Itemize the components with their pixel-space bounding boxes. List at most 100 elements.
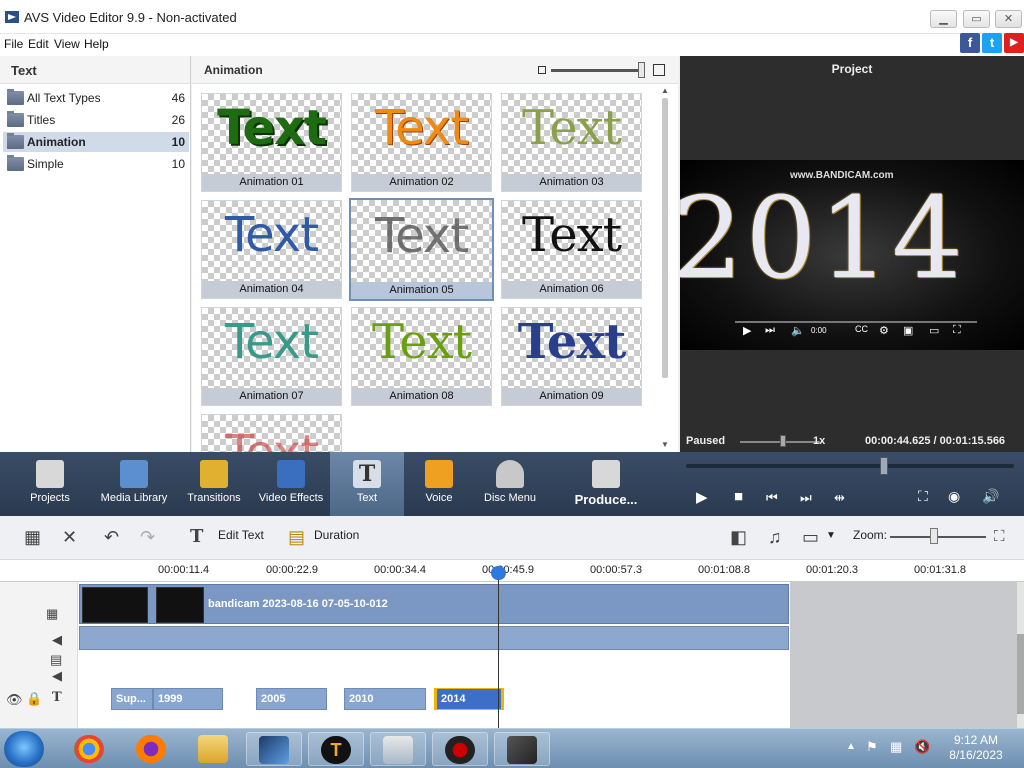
animation-tile-07[interactable]: Text Animation 07 — [201, 307, 342, 406]
playhead-handle[interactable] — [491, 566, 506, 580]
menu-file[interactable]: File — [4, 37, 23, 51]
minimize-button[interactable]: ▁ — [930, 10, 957, 28]
video-track-icon: ▦ — [46, 606, 59, 621]
storyboard-icon[interactable]: ▦ — [24, 528, 41, 546]
category-all-text-types[interactable]: All Text Types 46 — [3, 88, 189, 108]
taskbar-firefox[interactable] — [124, 732, 180, 766]
taskbar-explorer[interactable] — [186, 732, 242, 766]
category-animation[interactable]: Animation 10 — [3, 132, 189, 152]
speaker-icon[interactable]: 🔇 — [914, 739, 930, 755]
tool-voice[interactable]: Voice — [406, 452, 472, 516]
animation-tile-05[interactable]: Text Animation 05 — [349, 198, 494, 301]
start-button[interactable] — [4, 731, 44, 767]
category-simple[interactable]: Simple 10 — [3, 154, 189, 174]
menu-help[interactable]: Help — [84, 37, 109, 51]
animation-tile-08[interactable]: Text Animation 08 — [351, 307, 492, 406]
playhead-line[interactable] — [498, 566, 499, 728]
text-clip[interactable]: Sup... — [111, 688, 153, 710]
edit-text-icon[interactable]: T — [190, 528, 203, 546]
animation-tile-06[interactable]: Text Animation 06 — [501, 200, 642, 299]
flag-icon[interactable]: ⚑ — [866, 739, 878, 755]
tool-video-effects[interactable]: Video Effects — [254, 452, 328, 516]
animation-tile-02[interactable]: Text Animation 02 — [351, 93, 492, 192]
category-titles[interactable]: Titles 26 — [3, 110, 189, 130]
undo-icon[interactable]: ↶ — [104, 528, 119, 546]
close-button[interactable]: ✕ — [995, 10, 1022, 28]
taskbar-app-t[interactable]: T — [308, 732, 364, 766]
text-clip[interactable]: 2005 — [256, 688, 327, 710]
scrollbar-thumb[interactable] — [1017, 634, 1024, 714]
delete-icon[interactable]: ✕ — [62, 528, 77, 546]
show-hidden-icons[interactable]: ▲ — [846, 741, 856, 752]
menu-edit[interactable]: Edit — [28, 37, 49, 51]
fullscreen-button[interactable]: ⛶ — [918, 488, 928, 505]
timeline-zoom-thumb[interactable] — [930, 528, 938, 544]
animation-tile-03[interactable]: Text Animation 03 — [501, 93, 642, 192]
tool-transitions[interactable]: Transitions — [180, 452, 248, 516]
text-clip[interactable]: 1999 — [153, 688, 223, 710]
split-button[interactable]: ⇹ — [834, 490, 845, 506]
animation-tile-04[interactable]: Text Animation 04 — [201, 200, 342, 299]
tool-label: Media Library — [100, 492, 168, 504]
network-icon[interactable]: ▦ — [890, 739, 902, 755]
tool-projects[interactable]: Projects — [14, 452, 86, 516]
duration-button[interactable]: Duration — [314, 528, 359, 542]
redo-icon[interactable]: ↷ — [140, 528, 155, 546]
text-clip-selected[interactable]: 2014 — [434, 688, 504, 710]
thumbnail-size-slider[interactable] — [551, 69, 643, 72]
audio-clip[interactable] — [79, 626, 789, 650]
preview-frame-text: 2014 — [680, 174, 966, 304]
preview-screen[interactable]: www.BANDICAM.com 2014 ▶ ⏭ 🔈 0:00 CC ⚙ ▣ … — [680, 160, 1024, 350]
taskbar-calculator[interactable] — [370, 732, 426, 766]
speed-slider-thumb[interactable] — [780, 435, 786, 447]
taskbar-chrome[interactable] — [62, 732, 118, 766]
timeline-scrollbar[interactable] — [1017, 582, 1024, 728]
display-mode-dropdown-icon[interactable]: ▼ — [826, 530, 836, 541]
thumbnail-size-large-icon[interactable] — [653, 64, 665, 76]
stop-button[interactable]: ■ — [734, 488, 743, 505]
tool-produce[interactable]: Produce... — [566, 452, 646, 516]
display-mode-icon[interactable]: ▭ — [802, 528, 819, 546]
snapshot-button[interactable]: ◉ — [948, 488, 960, 505]
tool-disc-menu[interactable]: Disc Menu — [476, 452, 544, 516]
taskbar-avs-editor[interactable] — [246, 732, 302, 766]
animation-tile-09[interactable]: Text Animation 09 — [501, 307, 642, 406]
trim-icon[interactable]: ◧ — [730, 528, 747, 546]
tool-media-library[interactable]: Media Library — [96, 452, 172, 516]
play-button[interactable]: ▶ — [696, 488, 708, 506]
taskbar-clock[interactable]: 9:12 AM 8/16/2023 — [940, 733, 1012, 763]
fit-timeline-icon[interactable]: ⛶ — [994, 528, 1005, 546]
thumbnail-size-slider-thumb[interactable] — [638, 62, 645, 78]
eye-icon[interactable]: 👁 — [6, 692, 23, 708]
maximize-button[interactable]: ▭ — [963, 10, 990, 28]
youtube-icon[interactable]: ▶ — [1004, 33, 1024, 53]
taskbar-video-app[interactable] — [494, 732, 550, 766]
clock-time: 9:12 AM — [953, 733, 999, 747]
tool-text[interactable]: T Text — [330, 452, 404, 516]
next-frame-button[interactable]: ⏭ — [800, 490, 812, 506]
animation-tile-01[interactable]: Text Animation 01 — [201, 93, 342, 192]
facebook-icon[interactable]: f — [960, 33, 980, 53]
scroll-up-arrow-icon[interactable]: ▲ — [661, 86, 669, 95]
previous-frame-button[interactable]: ⏮ — [766, 490, 778, 506]
scroll-down-arrow-icon[interactable]: ▼ — [661, 440, 669, 449]
folder-icon — [198, 735, 228, 763]
animation-tile-10[interactable]: Text — [201, 414, 342, 452]
menu-view[interactable]: View — [54, 37, 80, 51]
text-clip[interactable]: 2010 — [344, 688, 426, 710]
thumbnail-size-small-icon[interactable] — [538, 66, 546, 74]
volume-button[interactable]: 🔊 — [982, 488, 999, 505]
edit-text-button[interactable]: Edit Text — [218, 528, 264, 542]
preview-seek-thumb[interactable] — [880, 457, 888, 475]
timeline-zoom-slider[interactable] — [890, 536, 986, 538]
timeline-ruler[interactable]: 00:00:11.4 00:00:22.9 00:00:34.4 00:00:4… — [0, 560, 1024, 582]
taskbar-bandicam[interactable] — [432, 732, 488, 766]
lock-icon[interactable]: 🔒 — [26, 691, 42, 707]
animation-grid-scrollbar[interactable]: ▲ ▼ — [661, 86, 669, 449]
preview-seek-bar[interactable] — [686, 464, 1014, 468]
scrollbar-thumb[interactable] — [662, 98, 668, 378]
audio-mixer-icon[interactable]: ♫ — [768, 528, 782, 546]
twitter-icon[interactable]: t — [982, 33, 1002, 53]
duration-icon[interactable]: ▤ — [288, 528, 305, 546]
video-clip[interactable]: bandicam 2023-08-16 07-05-10-012 — [79, 584, 789, 624]
